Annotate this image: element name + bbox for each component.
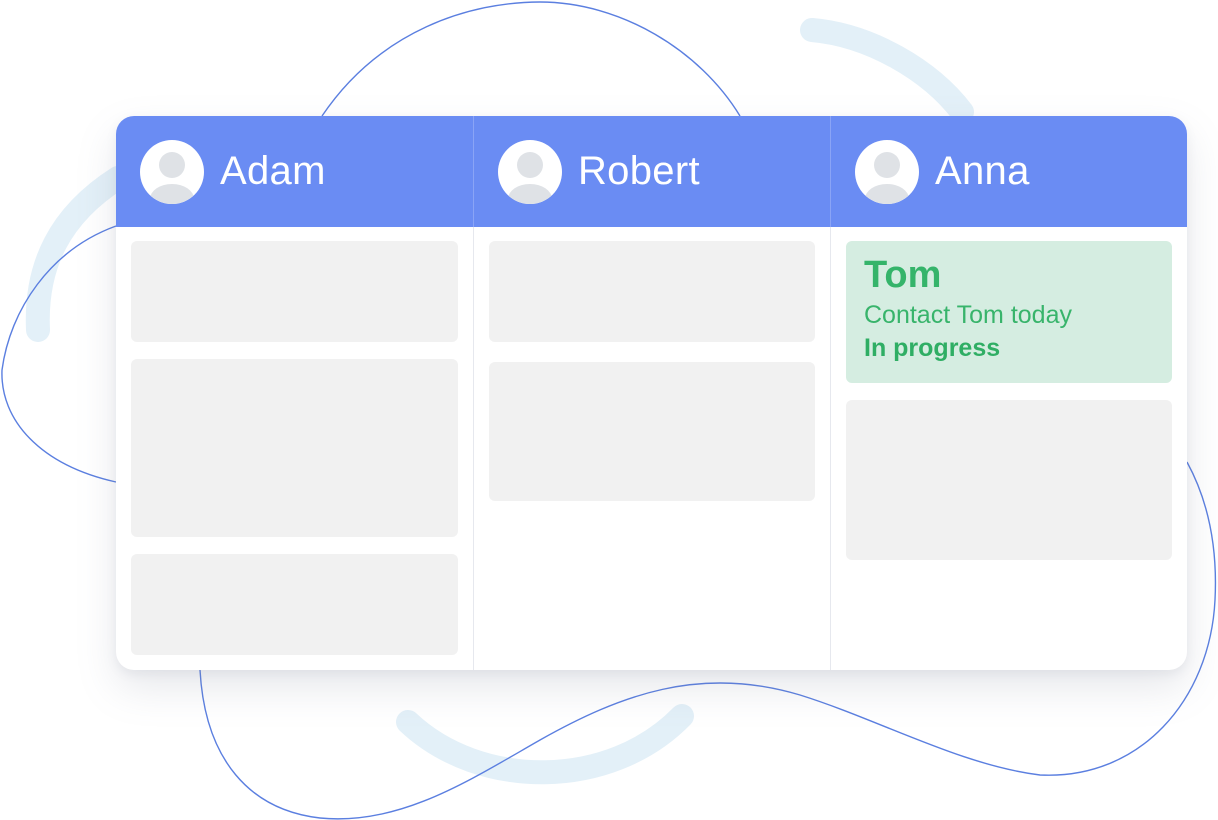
placeholder-card[interactable] — [846, 400, 1172, 560]
decor-arc-top-right — [800, 18, 974, 124]
column-title: Adam — [220, 149, 326, 193]
card-list — [116, 227, 473, 655]
user-avatar-icon — [498, 139, 562, 204]
column-adam: Adam — [116, 116, 473, 670]
column-title: Anna — [935, 149, 1030, 193]
placeholder-card[interactable] — [131, 554, 458, 655]
task-status: In progress — [864, 334, 1001, 362]
task-card[interactable]: Tom Contact Tom today In progress — [846, 241, 1172, 383]
kanban-board: Adam Robert Anna Tom Contact Tom today I… — [116, 116, 1187, 670]
column-header: Robert — [473, 116, 830, 227]
user-avatar-icon — [855, 139, 919, 204]
card-list: Tom Contact Tom today In progress — [831, 227, 1187, 560]
decor-line-top — [321, 1, 741, 117]
task-title: Tom — [864, 254, 942, 296]
placeholder-card[interactable] — [131, 359, 458, 537]
decor-arc-bottom — [396, 704, 694, 785]
decor-arc-left — [25, 166, 130, 342]
column-anna: Anna Tom Contact Tom today In progress — [830, 116, 1187, 670]
task-description: Contact Tom today — [864, 301, 1072, 329]
column-title: Robert — [578, 149, 700, 193]
column-robert: Robert — [473, 116, 830, 670]
column-header: Adam — [116, 116, 473, 227]
user-avatar-icon — [140, 139, 204, 204]
card-list — [474, 227, 830, 501]
placeholder-card[interactable] — [131, 241, 458, 342]
placeholder-card[interactable] — [489, 241, 815, 342]
illustration-stage: Adam Robert Anna Tom Contact Tom today I… — [0, 0, 1218, 820]
column-header: Anna — [830, 116, 1187, 227]
placeholder-card[interactable] — [489, 362, 815, 501]
